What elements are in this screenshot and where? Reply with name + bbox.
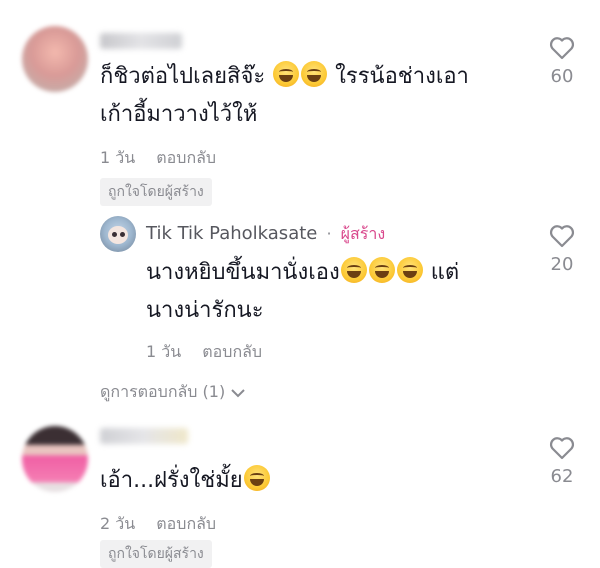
comment-time: 1 วัน [146,342,182,361]
comment-time: 1 วัน [100,148,136,167]
reply-button[interactable]: ตอบกลับ [156,514,216,533]
commenter-name-blurred[interactable] [100,33,182,49]
reply-author-name[interactable]: Tik Tik Paholkasate [146,223,317,244]
reply-meta: 1 วัน ตอบกลับ [146,340,278,365]
heart-outline-icon[interactable] [540,436,584,460]
commenter-avatar[interactable] [22,426,88,492]
comment-meta: 1 วัน ตอบกลับ [100,146,232,171]
like-count: 62 [550,466,574,487]
comment-text-line: ก็ชิวต่อไปเลยสิจ๊ะ [100,64,266,89]
like-count: 20 [550,254,574,275]
commenter-avatar[interactable] [22,26,88,92]
comment-text-line: นางน่ารักนะ [146,298,264,323]
view-replies-button[interactable]: ดูการตอบกลับ (1) [100,380,246,405]
reply-author-row: Tik Tik Paholkasate · ผู้สร้าง [146,222,385,247]
comment-text-line: แต่ [430,260,460,285]
reply-text: นางหยิบขึ้นมานั่งเอง แต่ นางน่ารักนะ [146,254,459,330]
commenter-name-blurred[interactable] [100,428,188,444]
grinning-sweat-emoji-icon [301,61,328,87]
like-column: 60 [540,36,584,87]
comment-text-line: นางหยิบขึ้นมานั่งเอง [146,260,340,285]
comment-text-line: เอ้า...ฝรั่งใช่มั้ย [100,468,243,493]
like-count: 60 [550,66,574,87]
grinning-sweat-emoji-icon [368,257,395,283]
comment-time: 2 วัน [100,514,136,533]
comment-text-line: เก้าอี้มาวางไว้ให้ [100,102,258,127]
grinning-sweat-emoji-icon [243,465,270,491]
comment-text: ก็ชิวต่อไปเลยสิจ๊ะ ใรรน้อช่างเอา เก้าอี้… [100,58,469,134]
heart-outline-icon[interactable] [540,36,584,60]
creator-tag: ผู้สร้าง [340,224,386,243]
view-replies-label: ดูการตอบกลับ (1) [100,382,226,401]
liked-by-creator-badge: ถูกใจโดยผู้สร้าง [100,178,212,206]
reply-button[interactable]: ตอบกลับ [202,342,262,361]
like-column: 20 [540,224,584,275]
grinning-sweat-emoji-icon [273,61,300,87]
like-column: 62 [540,436,584,487]
creator-avatar[interactable] [100,216,136,252]
comment-text: เอ้า...ฝรั่งใช่มั้ย [100,462,271,500]
comment-text-line: ใรรน้อช่างเอา [335,64,469,89]
chevron-down-icon [230,384,246,403]
reply-button[interactable]: ตอบกลับ [156,148,216,167]
heart-outline-icon[interactable] [540,224,584,248]
comment-meta: 2 วัน ตอบกลับ [100,512,232,537]
grinning-sweat-emoji-icon [340,257,367,283]
grinning-sweat-emoji-icon [396,257,423,283]
separator-dot: · [326,224,332,243]
